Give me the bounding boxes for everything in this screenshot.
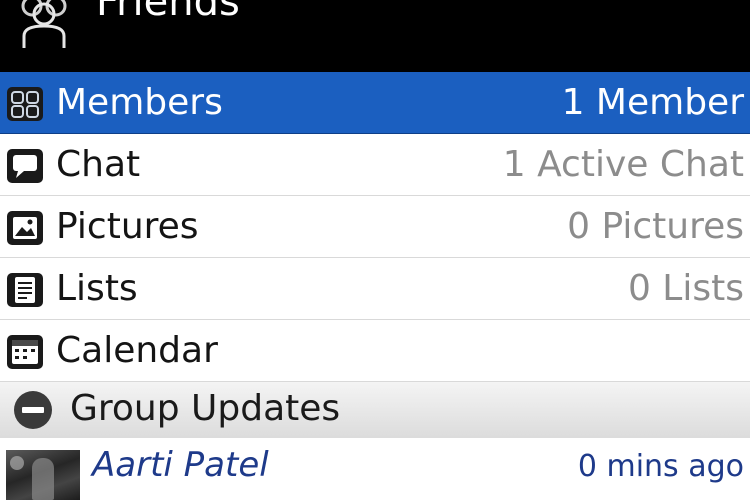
avatar (6, 450, 80, 500)
menu-item-calendar[interactable]: Calendar (0, 320, 750, 382)
lists-count: 0 Lists (627, 268, 744, 309)
section-title: Group Updates (70, 388, 341, 429)
menu-item-members[interactable]: Members 1 Member (0, 72, 750, 134)
members-count: 1 Member (561, 82, 744, 123)
menu-item-label: Lists (56, 268, 138, 309)
list-item[interactable]: Aarti Patel 0 mins ago (0, 438, 750, 500)
page-title: Friends (96, 0, 240, 25)
menu-list: Members 1 Member Chat 1 Active Chat Pict… (0, 72, 750, 382)
chat-count: 1 Active Chat (502, 144, 744, 185)
members-icon (7, 87, 43, 121)
lists-icon (7, 273, 43, 307)
app-header: Friends (0, 0, 750, 72)
menu-item-label: Calendar (56, 330, 218, 371)
pictures-icon (7, 211, 43, 245)
menu-item-chat[interactable]: Chat 1 Active Chat (0, 134, 750, 196)
avatar-highlight (10, 456, 24, 470)
avatar-figure (32, 458, 54, 500)
update-timestamp: 0 mins ago (577, 449, 744, 484)
pictures-count: 0 Pictures (567, 206, 744, 247)
calendar-icon (7, 335, 43, 369)
menu-item-label: Members (56, 82, 223, 123)
collapse-icon (14, 391, 52, 429)
group-icon (21, 0, 67, 48)
menu-item-pictures[interactable]: Pictures 0 Pictures (0, 196, 750, 258)
update-author: Aarti Patel (92, 445, 269, 485)
menu-item-lists[interactable]: Lists 0 Lists (0, 258, 750, 320)
menu-item-label: Chat (56, 144, 141, 185)
group-updates-header[interactable]: Group Updates (0, 382, 750, 439)
menu-item-label: Pictures (56, 206, 199, 247)
chat-icon (7, 149, 43, 183)
app-screen: Friends Members 1 Member Chat 1 Active C… (0, 0, 750, 500)
